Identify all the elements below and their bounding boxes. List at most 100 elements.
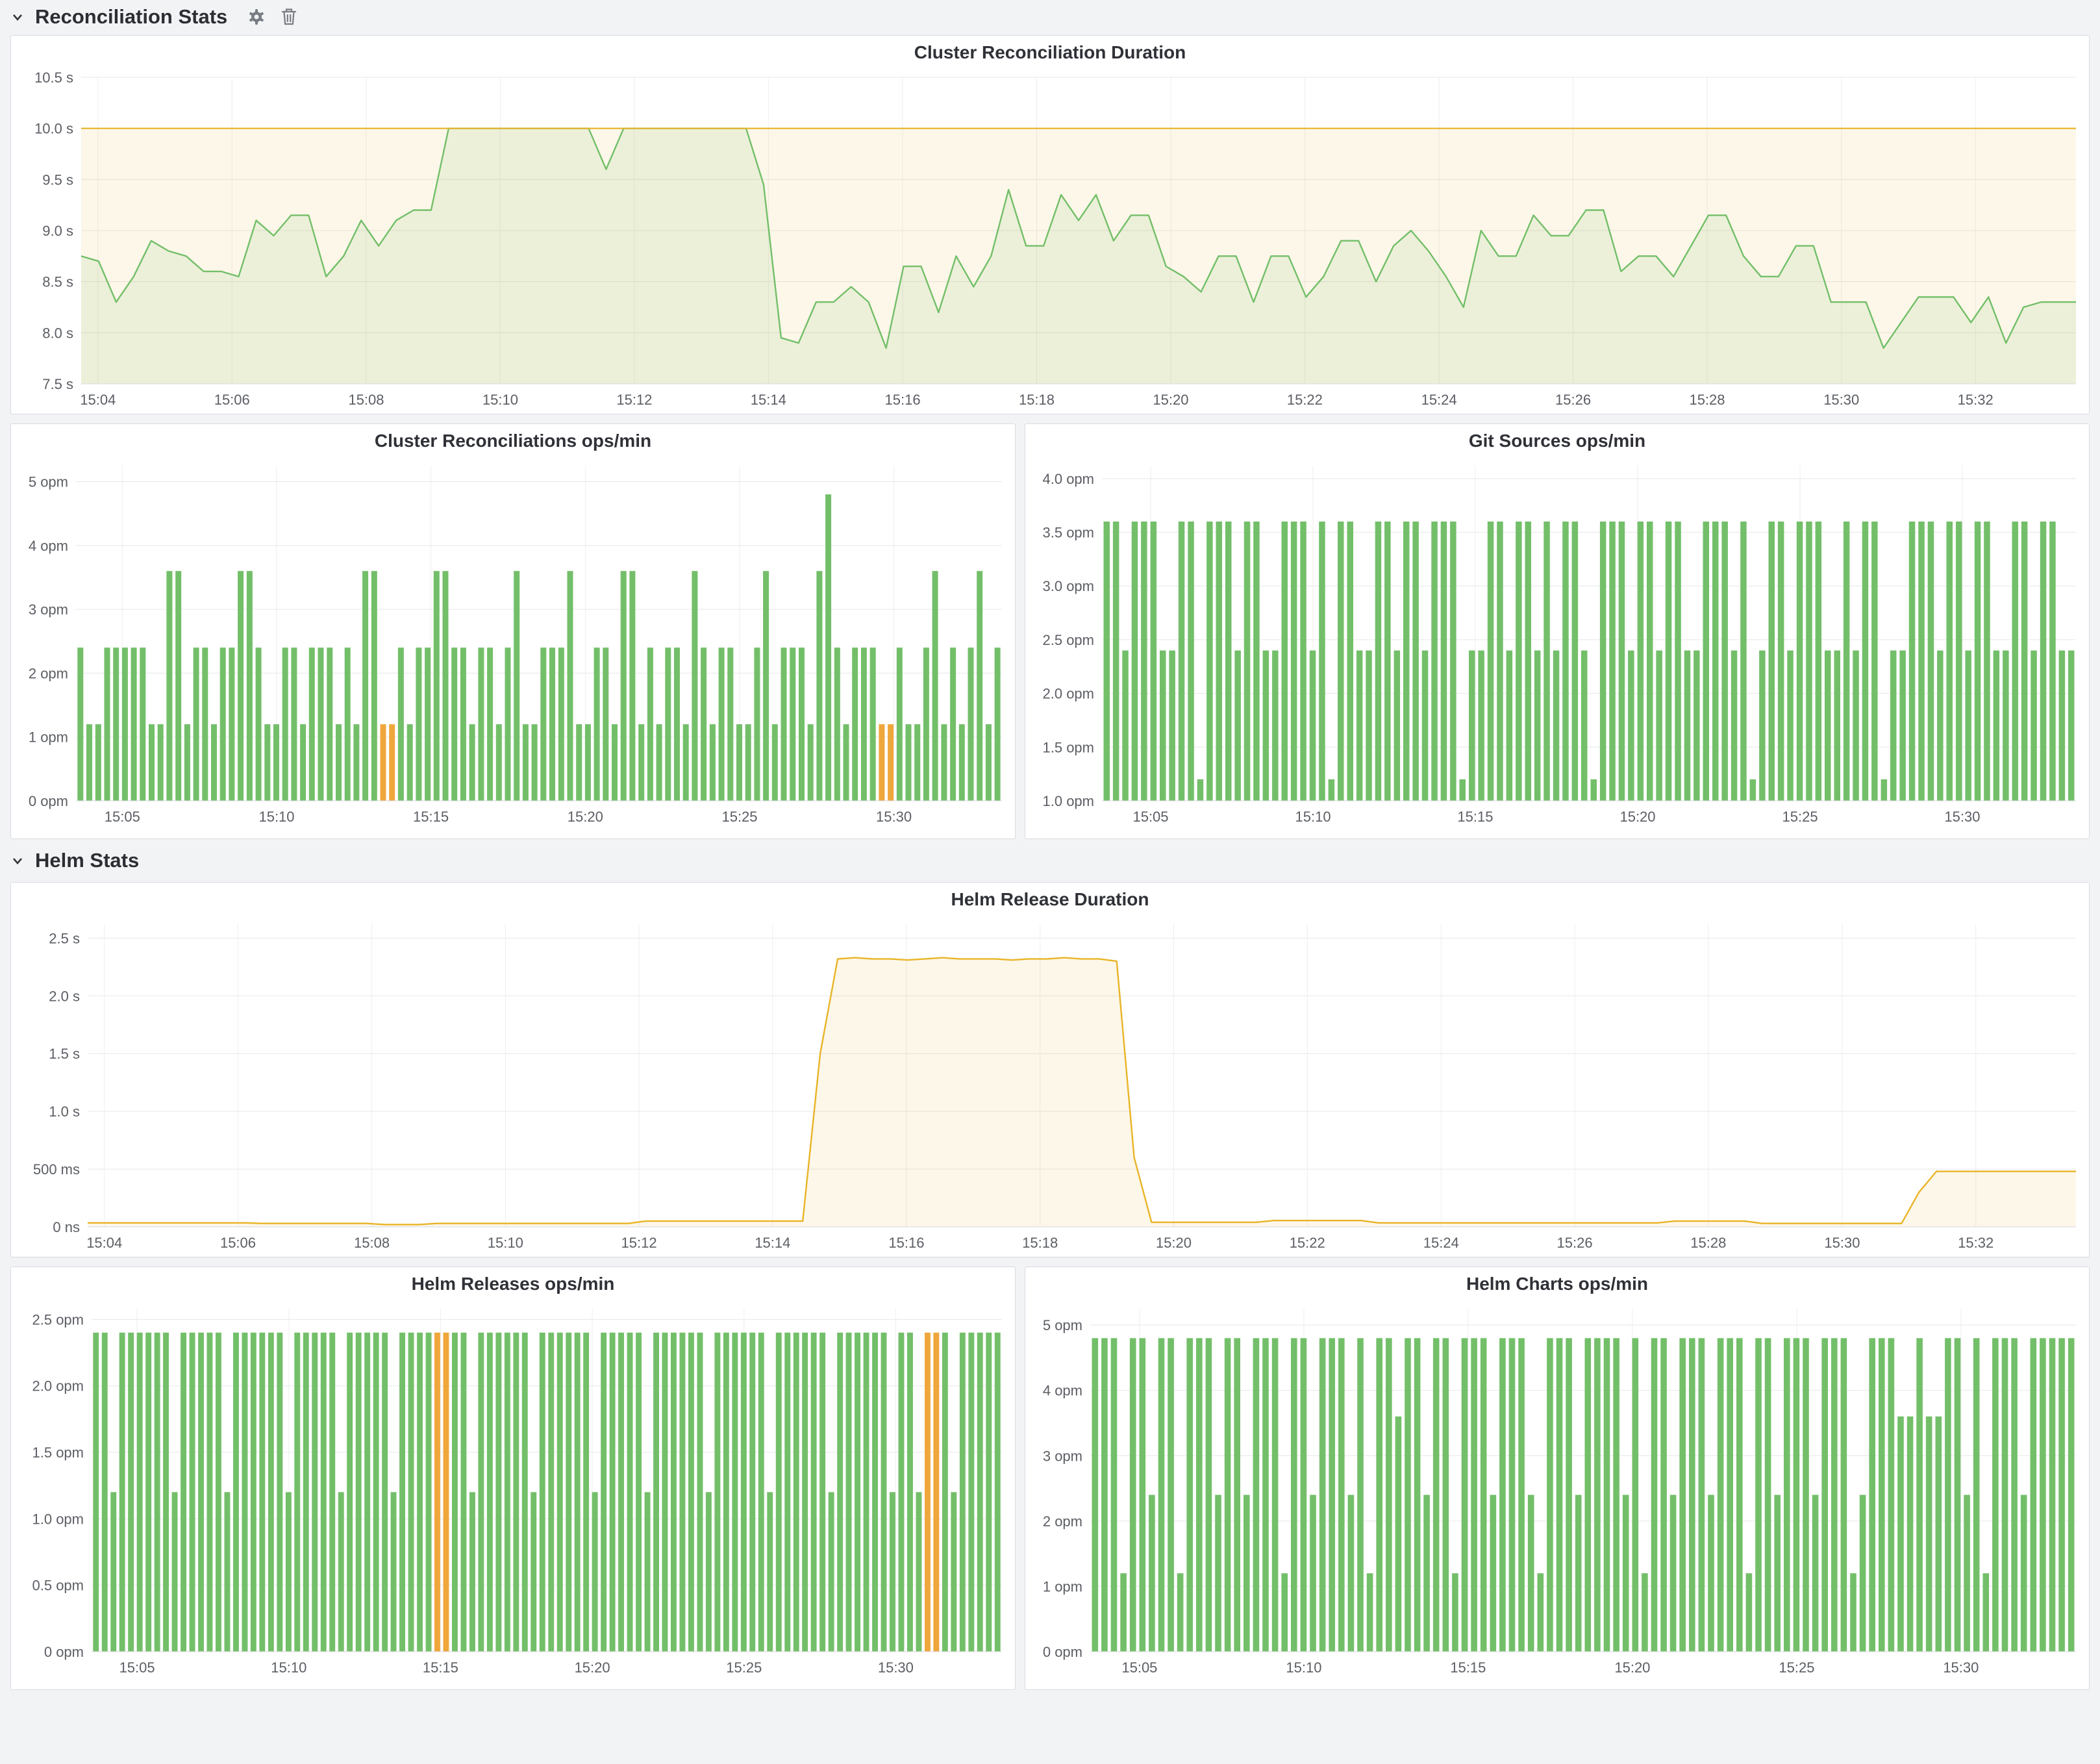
svg-text:3 opm: 3 opm [1043,1448,1082,1464]
panel-title[interactable]: Helm Charts ops/min [1025,1267,2089,1300]
section-title: Reconciliation Stats [35,5,227,29]
panel-helm-charts: Helm Charts ops/min 15:0515:1015:1515:20… [1025,1266,2090,1690]
git-sources-chart[interactable]: 15:0515:1015:1515:2015:2515:301.0 opm1.5… [1025,457,2089,834]
legend-header-current[interactable]: current [744,1689,855,1690]
legend-header: avgcurrenttotal [28,1686,1001,1690]
legend-header-avg[interactable]: avg [634,838,744,839]
svg-text:15:10: 15:10 [482,392,518,408]
chevron-down-icon [10,853,25,868]
svg-text:8.5 s: 8.5 s [42,274,73,290]
helm-charts-chart[interactable]: 15:0515:1015:1515:2015:2515:300 opm1 opm… [1025,1300,2089,1685]
section-helm-stats[interactable]: Helm Stats [10,839,2090,882]
svg-text:15:15: 15:15 [1457,809,1493,825]
svg-text:15:16: 15:16 [888,1235,924,1251]
legend-header: avgcurrenttotal [1042,1686,2075,1690]
svg-text:15:08: 15:08 [354,1235,390,1251]
svg-text:15:22: 15:22 [1290,1235,1325,1251]
svg-text:15:20: 15:20 [1156,1235,1192,1251]
svg-text:15:20: 15:20 [1153,392,1188,408]
svg-text:15:12: 15:12 [616,392,652,408]
legend-header-total[interactable]: total [855,1689,1001,1690]
svg-text:15:05: 15:05 [1132,809,1168,825]
svg-text:0 opm: 0 opm [29,793,68,809]
panel-title[interactable]: Git Sources ops/min [1025,424,2089,457]
gear-icon[interactable] [247,7,266,27]
svg-text:15:30: 15:30 [876,809,912,825]
helm-release-duration-chart[interactable]: 15:0415:0615:0815:1015:1215:1415:1615:18… [11,915,2089,1257]
svg-text:1.5 s: 1.5 s [49,1046,80,1062]
panel-title[interactable]: Cluster Reconciliations ops/min [11,424,1015,457]
legend-header: avgcurrenttotal [28,835,1001,839]
svg-text:15:20: 15:20 [575,1659,610,1676]
legend-header-avg[interactable]: avg [1708,838,1818,839]
svg-text:1.0 s: 1.0 s [49,1103,80,1120]
svg-text:15:25: 15:25 [726,1659,762,1676]
legend-header-avg[interactable]: avg [634,1689,744,1690]
panel-helm-releases: Helm Releases ops/min 15:0515:1015:1515:… [10,1266,1016,1690]
svg-text:15:04: 15:04 [80,392,116,408]
svg-text:15:05: 15:05 [105,809,140,825]
panel-cluster-reconciliation-duration: Cluster Reconciliation Duration 15:04 15:… [10,35,2090,414]
svg-text:15:10: 15:10 [1295,809,1331,825]
svg-text:15:12: 15:12 [621,1235,657,1251]
svg-text:15:32: 15:32 [1958,1235,1994,1251]
svg-text:0 ns: 0 ns [53,1219,80,1235]
svg-text:15:15: 15:15 [423,1659,458,1676]
svg-text:15:16: 15:16 [885,392,921,408]
svg-text:15:10: 15:10 [1286,1659,1321,1676]
cluster-reconciliation-duration-chart[interactable]: 15:0415:0615:0815:1015:1215:1415:1615:18… [11,68,2089,414]
svg-text:15:18: 15:18 [1022,1235,1058,1251]
legend-header: avgcurrenttotal [1042,835,2075,839]
panel-title[interactable]: Helm Releases ops/min [11,1267,1015,1300]
svg-text:15:20: 15:20 [1619,809,1655,825]
dashboard: Reconciliation Stats [0,0,2100,1764]
svg-text:15:30: 15:30 [1943,1659,1979,1676]
svg-text:15:30: 15:30 [1824,1235,1860,1251]
svg-text:0.5 opm: 0.5 opm [32,1578,84,1594]
legend-header-current[interactable]: current [744,838,855,839]
svg-text:2.5 s: 2.5 s [49,930,80,946]
legend: avgcurrenttotalsuccessful reconciliation… [11,1685,1015,1690]
legend: avgcurrenttotalsuccessful git pulls2.87 … [1025,834,2089,839]
svg-text:15:14: 15:14 [751,392,786,408]
svg-text:1 opm: 1 opm [29,729,68,746]
svg-text:15:30: 15:30 [878,1659,914,1676]
legend-header-total[interactable]: total [1929,838,2075,839]
svg-text:15:30: 15:30 [1944,809,1980,825]
panel-title[interactable]: Cluster Reconciliation Duration [11,36,2089,68]
section-reconciliation-stats[interactable]: Reconciliation Stats [10,0,2090,34]
svg-text:15:25: 15:25 [1779,1659,1814,1676]
svg-text:5 opm: 5 opm [29,474,68,490]
svg-text:10.5 s: 10.5 s [34,69,73,86]
svg-text:15:20: 15:20 [568,809,603,825]
cluster-reconciliations-chart[interactable]: 15:0515:1015:1515:2015:2515:300 opm1 opm… [11,457,1015,834]
legend-header-total[interactable]: total [1929,1689,2075,1690]
trash-icon[interactable] [281,7,297,27]
svg-text:0 opm: 0 opm [1043,1644,1082,1660]
svg-text:9.0 s: 9.0 s [42,223,73,239]
legend-header-total[interactable]: total [855,838,1001,839]
svg-text:15:04: 15:04 [86,1235,122,1251]
chevron-down-icon [10,10,25,24]
panel-title[interactable]: Helm Release Duration [11,883,2089,915]
panel-helm-release-duration: Helm Release Duration 15:04 15:06 15:08 15:… [10,882,2090,1257]
svg-text:15:30: 15:30 [1823,392,1859,408]
svg-text:2 opm: 2 opm [1043,1513,1082,1530]
svg-text:15:28: 15:28 [1689,392,1725,408]
panel-cluster-reconciliations: Cluster Reconciliations ops/min 15:05 15:… [10,423,1016,839]
helm-releases-chart[interactable]: 15:0515:1015:1515:2015:2515:300 opm0.5 o… [11,1300,1015,1685]
svg-text:15:06: 15:06 [220,1235,256,1251]
svg-text:500 ms: 500 ms [33,1161,80,1178]
svg-text:2.0 opm: 2.0 opm [1043,686,1095,702]
svg-text:15:18: 15:18 [1019,392,1055,408]
svg-text:15:22: 15:22 [1287,392,1323,408]
svg-text:15:15: 15:15 [413,809,449,825]
svg-text:2.5 opm: 2.5 opm [1043,632,1095,648]
svg-text:15:14: 15:14 [755,1235,790,1251]
svg-text:15:08: 15:08 [348,392,384,408]
legend-header-current[interactable]: current [1818,838,1929,839]
svg-text:3.5 opm: 3.5 opm [1043,525,1095,541]
legend-header-current[interactable]: current [1818,1689,1929,1690]
svg-text:15:20: 15:20 [1614,1659,1650,1676]
legend-header-avg[interactable]: avg [1708,1689,1818,1690]
